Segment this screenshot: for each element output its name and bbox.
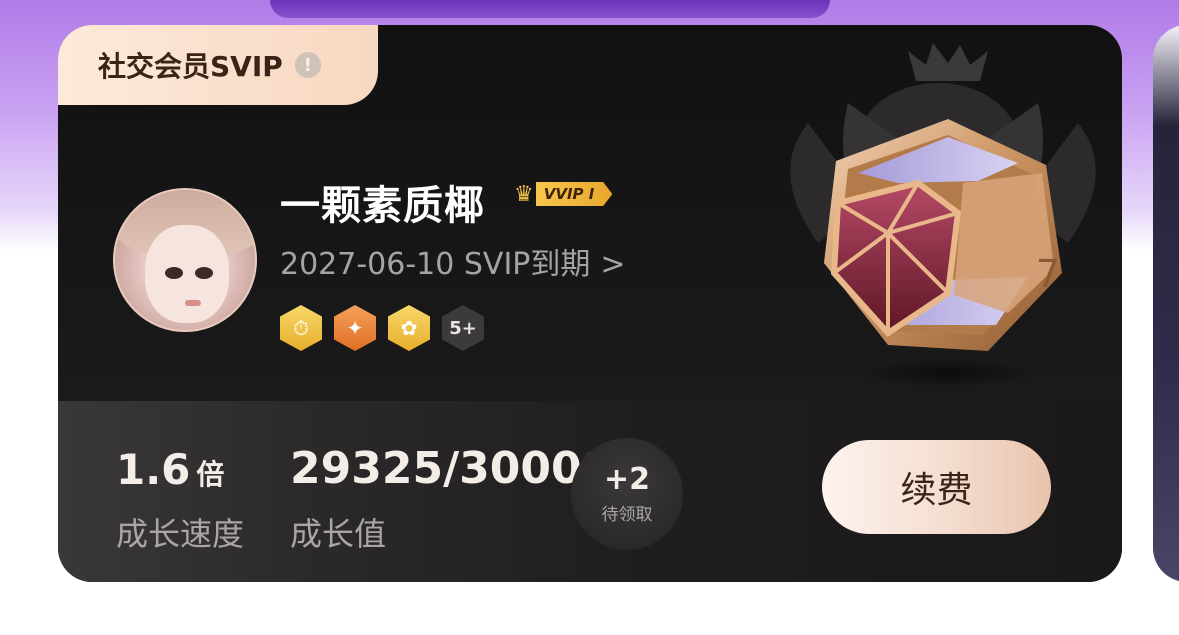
- membership-type-tag: 社交会员SVIP !: [58, 25, 378, 105]
- vip-level-badge[interactable]: ♛ VVIP I: [514, 179, 613, 209]
- growth-speed-value: 1.6 倍: [116, 445, 225, 494]
- medal-list[interactable]: ⏱ ✦ ✿ 5+: [280, 305, 484, 351]
- username: 一颗素质椰: [280, 183, 485, 229]
- top-banner-edge: [270, 0, 830, 18]
- membership-card[interactable]: 社交会员SVIP ! 一颗素质椰 ♛ VVIP I 2027-06-10 SVI…: [58, 25, 1122, 582]
- more-medals-button[interactable]: 5+: [442, 305, 484, 351]
- expire-text: 2027-06-10 SVIP到期: [280, 247, 591, 282]
- growth-speed-label: 成长速度: [116, 515, 245, 553]
- membership-type-label: 社交会员SVIP: [98, 50, 283, 83]
- info-icon[interactable]: !: [294, 52, 321, 78]
- clock-medal-icon[interactable]: ⏱: [280, 305, 322, 351]
- renew-button[interactable]: 续费: [822, 440, 1051, 534]
- crown-icon: ♛: [514, 181, 534, 207]
- growth-points-value: 29325/30000: [290, 443, 613, 494]
- claim-points-value: +2: [603, 461, 650, 497]
- expire-link[interactable]: 2027-06-10 SVIP到期 >: [280, 239, 626, 283]
- next-card-peek[interactable]: [1153, 25, 1179, 582]
- claim-points-button[interactable]: +2 待领取: [571, 438, 683, 550]
- chevron-right-icon: >: [600, 247, 626, 282]
- svip-level-emblem-icon[interactable]: 7: [748, 33, 1122, 393]
- emblem-level-number: 7: [1036, 252, 1060, 296]
- bunny-medal-icon[interactable]: ✿: [388, 305, 430, 351]
- flame-medal-icon[interactable]: ✦: [334, 305, 376, 351]
- claim-points-label: 待领取: [601, 504, 653, 525]
- growth-points-label: 成长值: [290, 515, 387, 553]
- avatar[interactable]: [113, 188, 257, 332]
- vip-level-label: VVIP I: [535, 182, 613, 206]
